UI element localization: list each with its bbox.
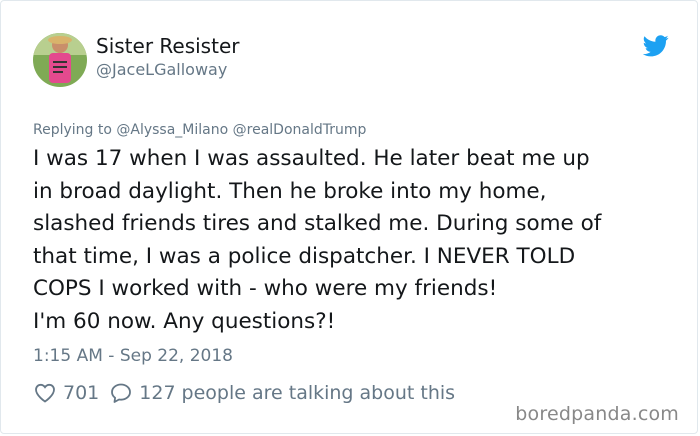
mention-link[interactable]: @realDonaldTrump <box>233 122 367 138</box>
tweet-line: I was 17 when I was assaulted. He later … <box>33 146 590 171</box>
tweet-line: I'm 60 now. Any questions?! <box>33 308 336 334</box>
tweet-line: COPS I worked with - who were my friends… <box>33 276 498 301</box>
author-handle[interactable]: @JaceLGalloway <box>96 60 227 79</box>
reply-button[interactable]: 127 people are talking about this <box>109 381 455 405</box>
tweet-line: in broad daylight. Then he broke into my… <box>33 178 547 204</box>
replies-suffix: people are talking about this <box>181 382 456 404</box>
heart-icon <box>33 381 57 405</box>
twitter-bird-icon[interactable] <box>642 35 669 57</box>
speech-bubble-icon <box>109 381 133 405</box>
tweet-line: that time, I was a police dispatcher. I … <box>33 243 576 269</box>
tweet-body: I was 17 when I was assaulted. He later … <box>33 143 673 338</box>
like-button[interactable]: 701 <box>33 381 99 405</box>
tweet-card: Sister Resister @JaceLGalloway Replying … <box>0 0 698 434</box>
replying-prefix: Replying to <box>33 122 112 138</box>
engagement-bar: 701 127 people are talking about this <box>33 381 455 405</box>
author-name[interactable]: Sister Resister <box>96 34 239 58</box>
tweet-line: slashed friends tires and stalked me. Du… <box>33 211 602 236</box>
avatar[interactable] <box>33 33 87 87</box>
tweet-timestamp[interactable]: 1:15 AM - Sep 22, 2018 <box>33 346 233 366</box>
reply-context: Replying to @Alyssa_Milano @realDonaldTr… <box>33 122 366 138</box>
watermark: boredpanda.com <box>515 403 679 425</box>
reply-count: 127 <box>139 382 176 404</box>
mention-link[interactable]: @Alyssa_Milano <box>116 122 228 138</box>
like-count: 701 <box>63 382 100 404</box>
